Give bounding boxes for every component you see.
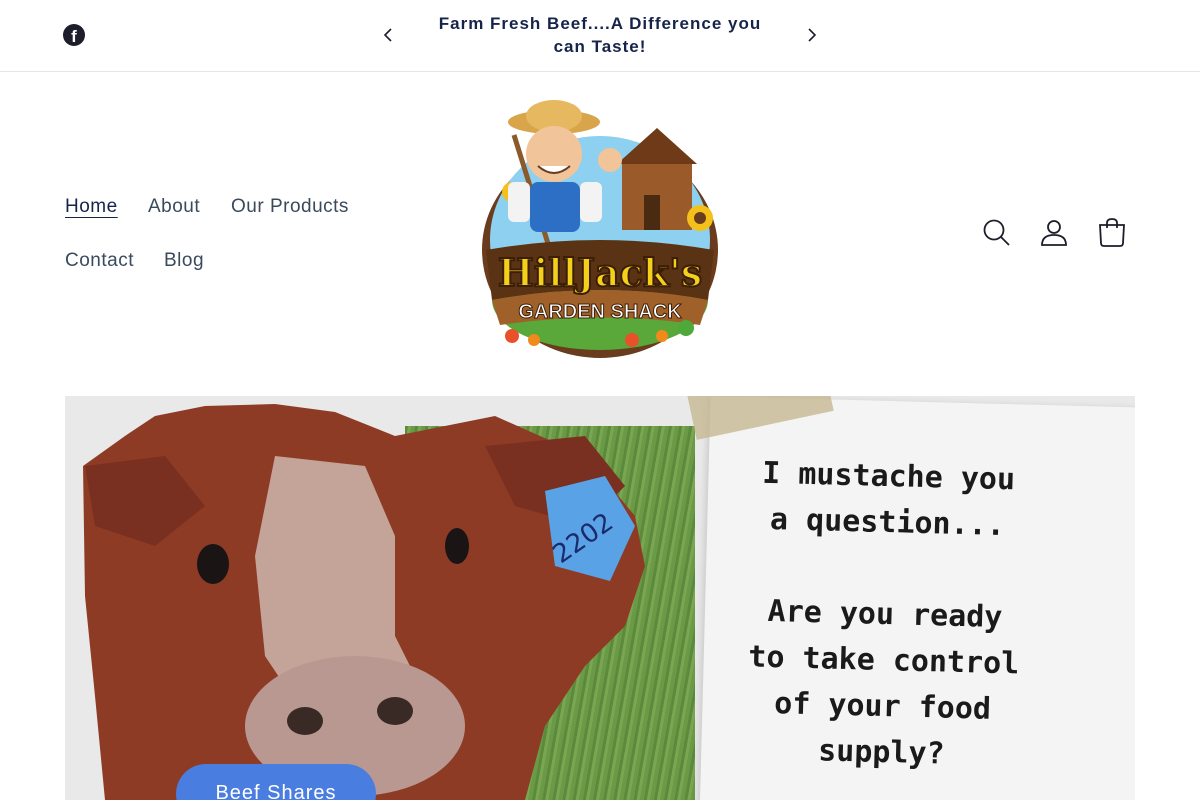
hero-banner: 2202 I mustache you a question... Are yo… bbox=[65, 396, 1135, 800]
search-icon[interactable] bbox=[980, 216, 1014, 250]
nav-item-our-products[interactable]: Our Products bbox=[231, 196, 349, 218]
facebook-icon[interactable]: f bbox=[63, 24, 85, 46]
site-logo[interactable]: HillJack's GARDEN SHACK bbox=[472, 100, 728, 362]
nav-item-home[interactable]: Home bbox=[65, 196, 118, 218]
logo-wordmark: HillJack's bbox=[498, 250, 702, 295]
logo-tagline: GARDEN SHACK bbox=[518, 301, 682, 323]
chevron-left-icon[interactable] bbox=[376, 22, 402, 48]
nav-item-contact[interactable]: Contact bbox=[65, 250, 134, 272]
nav-item-blog[interactable]: Blog bbox=[164, 250, 204, 272]
cart-icon[interactable] bbox=[1095, 216, 1129, 250]
announcement-text: Farm Fresh Beef....A Difference you can … bbox=[438, 14, 762, 56]
account-icon[interactable] bbox=[1037, 216, 1071, 250]
nav-item-about[interactable]: About bbox=[148, 196, 200, 218]
chevron-right-icon[interactable] bbox=[798, 22, 824, 48]
cow-photo: 2202 bbox=[83, 404, 645, 800]
announcement-bar: f Farm Fresh Beef....A Difference you ca… bbox=[0, 0, 1200, 72]
hero-note-text: I mustache you a question... Are you rea… bbox=[747, 455, 1020, 772]
beef-shares-button[interactable]: Beef Shares bbox=[176, 764, 376, 800]
